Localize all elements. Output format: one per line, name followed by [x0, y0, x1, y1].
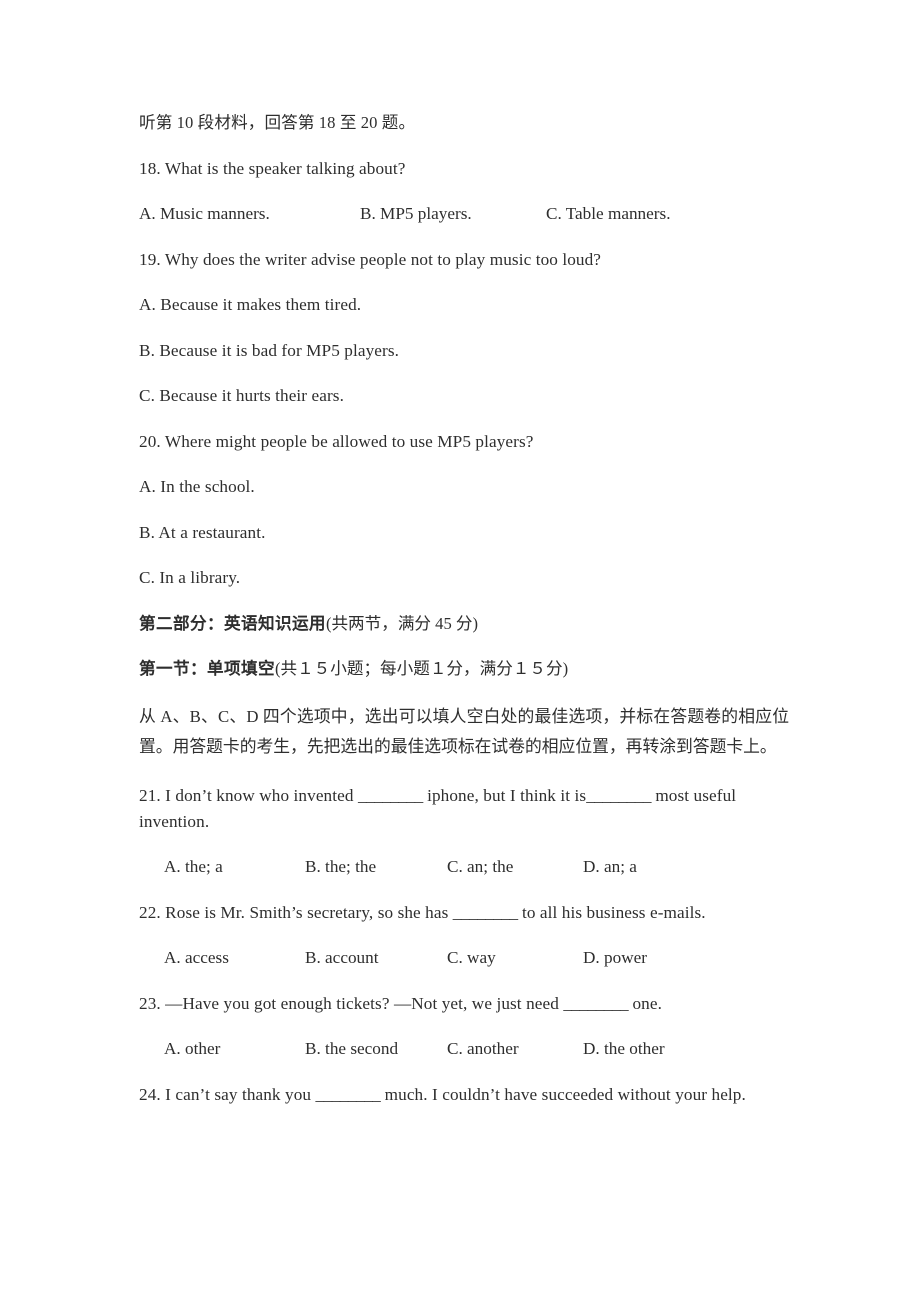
question-21-stem: 21. I don’t know who invented ________ i… — [139, 783, 787, 835]
question-21-option-a[interactable]: A. the; a — [164, 854, 305, 880]
question-23-blank-1[interactable]: ________ — [563, 994, 628, 1013]
question-23-stem-part-1: 23. —Have you got enough tickets? —Not y… — [139, 993, 564, 1013]
section-heading-subsection-one-detail: (共１５小题；每小题１分，满分１５分) — [274, 659, 569, 678]
exam-paper-page: 听第 10 段材料，回答第 18 至 20 题。 18. What is the… — [0, 0, 920, 1302]
question-22-option-a[interactable]: A. access — [164, 945, 305, 971]
question-22-stem: 22. Rose is Mr. Smith’s secretary, so sh… — [139, 900, 787, 926]
question-21-stem-part-1: 21. I don’t know who invented — [139, 785, 358, 805]
question-21-blank-1[interactable]: ________ — [358, 786, 423, 805]
section-heading-part-two-detail: (共两节，满分 45 分) — [325, 613, 479, 633]
question-23-option-b[interactable]: B. the second — [305, 1036, 447, 1062]
question-22-stem-part-2: to all his business e-mails. — [517, 902, 706, 922]
section-heading-part-two: 第二部分：英语知识运用(共两节，满分 45 分) — [139, 611, 785, 637]
question-21-option-c[interactable]: C. an; the — [447, 854, 583, 880]
section-instructions: 从 A、B、C、D 四个选项中，选出可以填人空白处的最佳选项，并标在答题卷的相应… — [139, 706, 789, 756]
question-23-stem-part-2: one. — [628, 993, 662, 1013]
question-20-option-c[interactable]: C. In a library. — [139, 565, 787, 591]
question-24-stem-part-1: 24. I can’t say thank you — [139, 1084, 316, 1104]
question-23-options: A. other B. the second C. another D. the ot… — [139, 1036, 824, 1062]
question-20-option-a[interactable]: A. In the school. — [139, 474, 787, 500]
question-18-option-c[interactable]: C. Table manners. — [546, 201, 671, 227]
question-20-option-b[interactable]: B. At a restaurant. — [139, 520, 787, 546]
question-22-option-d[interactable]: D. power — [583, 945, 647, 971]
section-heading-subsection-one-lead: 第一节：单项填空 — [139, 659, 275, 678]
question-21-option-d[interactable]: D. an; a — [583, 854, 637, 880]
question-23-option-a[interactable]: A. other — [164, 1036, 305, 1062]
section-heading-subsection-one: 第一节：单项填空(共１５小题；每小题１分，满分１５分) — [139, 656, 785, 682]
question-23-stem: 23. —Have you got enough tickets? —Not y… — [139, 991, 787, 1017]
question-19-option-c[interactable]: C. Because it hurts their ears. — [139, 383, 787, 409]
question-22-options: A. access B. account C. way D. power — [139, 945, 824, 971]
question-24-stem-part-2: much. I couldn’t have succeeded without … — [380, 1084, 746, 1104]
question-22-option-b[interactable]: B. account — [305, 945, 447, 971]
question-21-option-b[interactable]: B. the; the — [305, 854, 447, 880]
question-18-option-a[interactable]: A. Music manners. — [139, 201, 360, 227]
question-18-option-b[interactable]: B. MP5 players. — [360, 201, 546, 227]
question-19-option-b[interactable]: B. Because it is bad for MP5 players. — [139, 338, 787, 364]
question-21-options: A. the; a B. the; the C. an; the D. an; a — [139, 854, 824, 880]
question-21-stem-part-2: iphone, but I think it is — [422, 785, 587, 805]
question-22-stem-part-1: 22. Rose is Mr. Smith’s secretary, so sh… — [139, 902, 453, 922]
question-24-blank-1[interactable]: ________ — [316, 1085, 381, 1104]
question-19-option-a[interactable]: A. Because it makes them tired. — [139, 292, 787, 318]
question-18-options: A. Music manners. B. MP5 players. C. Table… — [139, 201, 799, 227]
question-22-blank-1[interactable]: ________ — [453, 903, 518, 922]
question-23-option-c[interactable]: C. another — [447, 1036, 583, 1062]
question-24-stem: 24. I can’t say thank you ________ much.… — [139, 1082, 787, 1108]
question-22-option-c[interactable]: C. way — [447, 945, 583, 971]
question-20-stem: 20. Where might people be allowed to use… — [139, 431, 534, 451]
section-heading-part-two-lead: 第二部分：英语知识运用 — [139, 613, 326, 633]
question-18-stem: 18. What is the speaker talking about? — [139, 158, 406, 178]
listening-material-intro: 听第 10 段材料，回答第 18 至 20 题。 — [139, 113, 416, 132]
question-21-blank-2[interactable]: ________ — [586, 786, 651, 805]
question-19-stem: 19. Why does the writer advise people no… — [139, 249, 602, 269]
question-23-option-d[interactable]: D. the other — [583, 1036, 665, 1062]
